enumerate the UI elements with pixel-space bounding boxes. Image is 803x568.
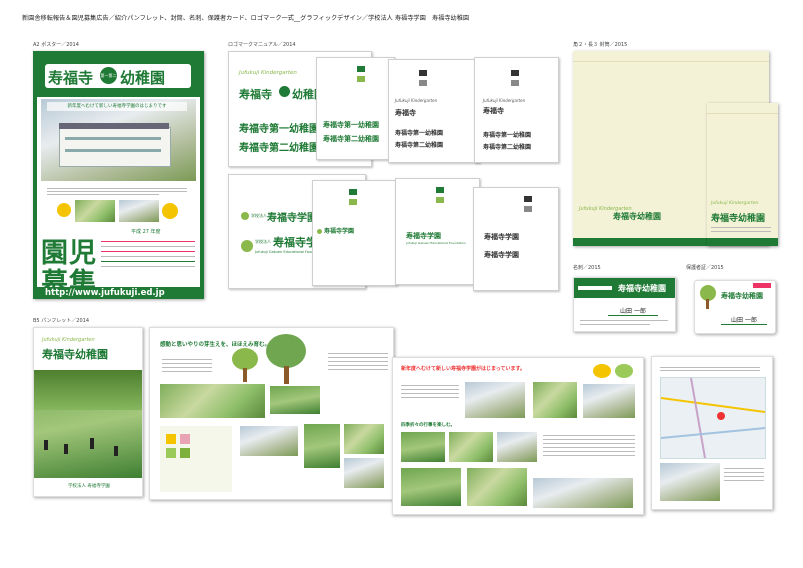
pamphlet-label: B5 パンフレット／2014 (33, 318, 90, 324)
poster-title-badge: 第一第二 (100, 67, 117, 84)
page-title: 新園舎移転報告＆園児募集広告／紹介パンフレット、封筒、名刺、保護者カード、ロゴマ… (22, 15, 470, 22)
pamphlet-cover-photo (34, 370, 142, 478)
pamphlet-spread2-sub: 四季折々の行事を楽しむ。 (401, 423, 455, 428)
logo-sheet-8: 寿福寺学園 寿福寺学園 (473, 187, 559, 291)
logo-manual-label: ロゴマークマニュアル／2014 (228, 42, 296, 48)
poster-building-photo: 新年度へむけて新しい寿福寺学園のはじまりです (41, 99, 196, 181)
logo-kg-text: Jufukuji Kindergarten (239, 70, 297, 76)
pamphlet-spread-3 (651, 356, 773, 510)
guardian-card-label: 保護者証／2015 (686, 265, 724, 271)
logo-sheet-7: 寿福寺学園 Jufukuji Gakuen Educational Founda… (395, 178, 480, 285)
envelope-label: 角２・長３ 封筒／2015 (573, 42, 628, 48)
card-name: 山田 一郎 (608, 306, 658, 316)
logo-first: 寿福寺第一幼稚園 (239, 124, 319, 135)
poster-banner: 新年度へむけて新しい寿福寺学園のはじまりです (47, 102, 187, 111)
pamphlet-cover: Jufukuji Kindergarten 寿福寺幼稚園 学校法人 寿福寺学園 (33, 327, 143, 497)
guardian-card-name: 山田 一郎 (721, 315, 767, 325)
poster-title-left: 寿福寺 (48, 69, 94, 87)
logo-name-main: 寿福寺 (239, 88, 272, 101)
pamphlet-spread2-heading: 新年度へむけて新しい寿福寺学園がはじまっています。 (401, 366, 526, 372)
business-card: 寿福寺幼稚園 山田 一郎 (573, 277, 676, 332)
pamphlet-spread-1: 感動と思いやりの芽生えを、ほほえみ育む。 (149, 327, 394, 500)
pamphlet-cover-name: 寿福寺幼稚園 (42, 348, 108, 361)
poster: 寿福寺 第一第二 幼稚園 新年度へむけて新しい寿福寺学園のはじまりです 平成 2… (33, 51, 204, 299)
logo-sheet-3: Jufukuji Kindergarten 寿福寺 寿福寺第一幼稚園 寿福寺第二… (388, 59, 480, 163)
area-map (660, 377, 766, 459)
logo-sheet-2: 寿福寺第一幼稚園 寿福寺第二幼稚園 (316, 57, 395, 160)
logo-sheet-4: Jufukuji Kindergarten 寿福寺 寿福寺第一幼稚園 寿福寺第二… (474, 57, 559, 163)
logo-second: 寿福寺第二幼稚園 (239, 143, 319, 154)
poster-year: 平成 27 年度 (131, 229, 161, 235)
poster-url: http://www.jufukuji.ed.jp (45, 288, 165, 298)
card-label: 名刺／2015 (573, 265, 601, 271)
poster-title-right: 幼稚園 (120, 69, 166, 87)
logo-sheet-6: 寿福寺学園 (312, 180, 397, 286)
logo-gakuen: 寿福寺学園 (267, 213, 317, 224)
poster-label: A2 ポスター／2014 (33, 42, 79, 48)
pamphlet-spread1-heading: 感動と思いやりの芽生えを、ほほえみ育む。 (160, 342, 271, 348)
pamphlet-spread-2: 新年度へむけて新しい寿福寺学園がはじまっています。 四季折々の行事を楽しむ。 (392, 357, 644, 515)
pamphlet-footer: 学校法人 寿福寺学園 (68, 484, 110, 489)
guardian-card: 寿福寺幼稚園 山田 一郎 (694, 280, 776, 334)
envelope-small: Jufukuji Kindergarten 寿福寺幼稚園 (707, 103, 778, 246)
